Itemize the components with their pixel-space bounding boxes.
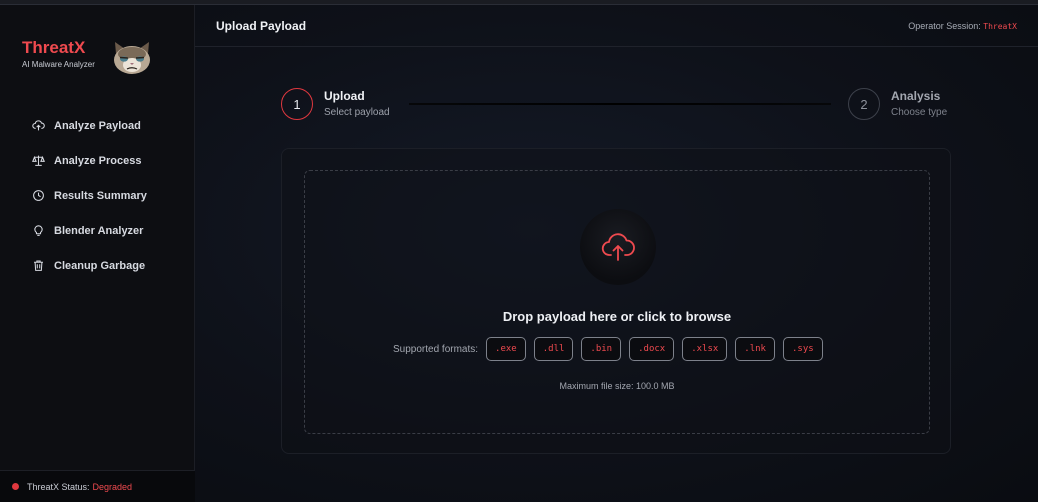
cat-mascot-logo	[110, 40, 154, 76]
sidebar-item-analyze-process[interactable]: Analyze Process	[0, 143, 195, 178]
format-badge-sys: .sys	[782, 337, 823, 361]
step-2-subtitle: Choose type	[891, 107, 948, 118]
brand-subtitle: AI Malware Analyzer	[22, 60, 95, 69]
lightbulb-icon	[34, 225, 43, 236]
format-badge-exe: .exe	[486, 337, 526, 361]
page-title: Upload Payload	[216, 18, 307, 33]
sidebar: ThreatX AI Malware Analyzer Analyze Payl…	[0, 5, 195, 502]
max-file-size: Maximum file size: 100.0 MB	[559, 381, 675, 391]
step-2-title: Analysis	[891, 89, 941, 103]
stepper: 1 Upload Select payload 2 Analysis Choos…	[281, 88, 961, 128]
step-2-circle[interactable]: 2	[848, 88, 880, 120]
session-user: ThreatX	[983, 21, 1017, 31]
main-content: Upload Payload Operator Session: ThreatX…	[195, 5, 1038, 502]
brand: ThreatX AI Malware Analyzer	[22, 38, 95, 69]
file-dropzone[interactable]: Drop payload here or click to browse Sup…	[304, 170, 930, 434]
sidebar-item-label: Results Summary	[54, 189, 147, 202]
sidebar-item-label: Analyze Process	[54, 154, 142, 167]
upload-button[interactable]	[580, 209, 656, 285]
brand-name: ThreatX	[22, 38, 86, 57]
step-1-title: Upload	[324, 89, 365, 103]
sidebar-item-analyze-payload[interactable]: Analyze Payload	[0, 108, 195, 143]
session-label: Operator Session:	[908, 20, 981, 31]
scale-icon	[32, 155, 45, 166]
cloud-upload-icon	[601, 233, 635, 261]
step-connector	[409, 103, 831, 105]
page-header: Upload Payload Operator Session: ThreatX	[195, 5, 1038, 47]
operator-session: Operator Session: ThreatX	[908, 21, 1017, 31]
sidebar-item-label: Blender Analyzer	[54, 224, 144, 237]
sidebar-item-label: Cleanup Garbage	[54, 259, 146, 272]
formats-label: Supported formats:	[393, 343, 479, 355]
clock-icon	[33, 190, 44, 201]
status-bar: ThreatX Status: Degraded	[0, 470, 195, 502]
sidebar-item-cleanup-garbage[interactable]: Cleanup Garbage	[0, 248, 195, 283]
format-badge-bin: .bin	[581, 337, 622, 361]
dropzone-title: Drop payload here or click to browse	[502, 309, 732, 324]
sidebar-item-results-summary[interactable]: Results Summary	[0, 178, 195, 213]
upload-card: Drop payload here or click to browse Sup…	[281, 148, 951, 454]
status-dot-icon	[12, 483, 19, 490]
status-value: Degraded	[92, 481, 133, 492]
cloud-upload-icon	[32, 120, 45, 131]
sidebar-item-blender-analyzer[interactable]: Blender Analyzer	[0, 213, 195, 248]
format-badge-xlsx: .xlsx	[682, 337, 728, 361]
step-1-subtitle: Select payload	[324, 107, 390, 118]
format-badge-lnk: .lnk	[735, 337, 775, 361]
sidebar-item-label: Analyze Payload	[54, 119, 141, 132]
format-badge-dll: .dll	[533, 337, 574, 361]
sidebar-nav: Analyze Payload Analyze Process Results …	[0, 108, 195, 283]
status-label: ThreatX Status:	[27, 481, 90, 492]
format-badge-docx: .docx	[629, 337, 675, 361]
step-1-circle[interactable]: 1	[281, 88, 313, 120]
trash-icon	[34, 260, 43, 271]
supported-formats: Supported formats: .exe .dll .bin .docx …	[393, 336, 831, 362]
